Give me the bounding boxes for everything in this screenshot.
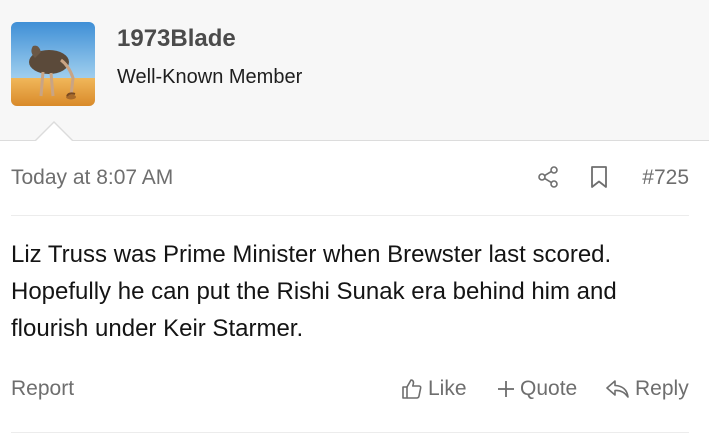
reply-label: Reply (635, 377, 689, 400)
quote-label: Quote (520, 377, 578, 400)
like-label: Like (428, 377, 467, 400)
post-timestamp[interactable]: Today at 8:07 AM (11, 166, 173, 190)
post-number[interactable]: #725 (642, 166, 689, 190)
meta-divider (11, 215, 689, 216)
plus-icon (498, 381, 514, 397)
ostrich-avatar-icon (11, 22, 95, 106)
share-icon[interactable] (536, 165, 560, 189)
post-body: Liz Truss was Prime Minister when Brewst… (11, 241, 617, 342)
thumbs-up-icon (402, 379, 422, 399)
post-meta-row: Today at 8:07 AM #725 (0, 141, 709, 215)
post-bottom-divider (11, 432, 689, 433)
header-pointer-fill (35, 123, 73, 142)
report-button[interactable]: Report (11, 377, 74, 401)
like-button[interactable]: Like (400, 377, 467, 401)
reply-button[interactable]: Reply (605, 377, 689, 401)
bookmark-icon[interactable] (588, 165, 610, 189)
reply-arrow-icon (606, 380, 629, 398)
user-header: 1973Blade Well-Known Member (0, 0, 709, 142)
user-avatar[interactable] (11, 22, 95, 106)
post-actions-row: Report Like Quote Reply (0, 370, 709, 410)
username[interactable]: 1973Blade (117, 25, 236, 53)
quote-button[interactable]: Quote (496, 377, 577, 401)
user-title: Well-Known Member (117, 66, 303, 88)
